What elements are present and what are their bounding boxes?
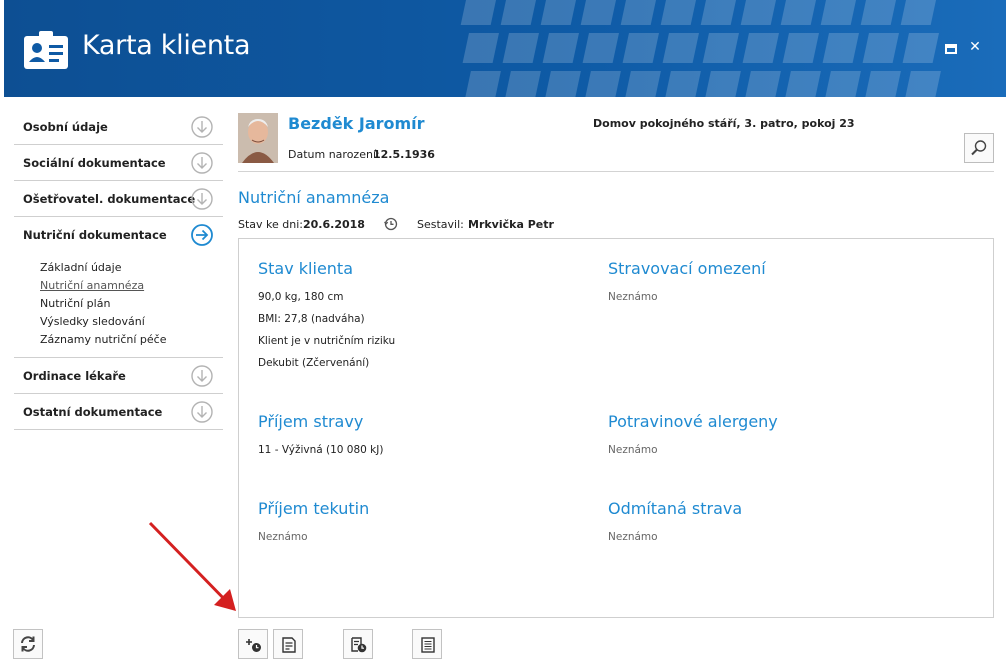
avatar — [238, 113, 278, 163]
expand-down-icon — [191, 365, 213, 387]
sidebar-item-label: Ordinace lékaře — [23, 368, 126, 383]
record-history-button[interactable] — [343, 629, 373, 659]
block-line: 90,0 kg, 180 cm — [258, 291, 344, 303]
sidebar-item-label: Ostatní dokumentace — [23, 404, 163, 419]
stav-label: Stav ke dni: — [238, 218, 304, 231]
block-value: Neznámo — [258, 531, 308, 543]
refresh-button[interactable] — [13, 629, 43, 659]
sestavil-label: Sestavil: — [417, 218, 464, 231]
expand-down-icon — [191, 152, 213, 174]
expand-down-icon — [191, 116, 213, 138]
client-photo — [238, 113, 278, 163]
close-icon: ✕ — [969, 39, 981, 55]
block-title: Stravovací omezení — [608, 259, 766, 278]
title-bar: Karta klienta ✕ — [4, 0, 1006, 97]
submenu-item-nutricni-anamneza[interactable]: Nutriční anamnéza — [40, 277, 223, 295]
block-title: Odmítaná strava — [608, 499, 743, 518]
client-name: Bezděk Jaromír — [288, 114, 425, 133]
arrow-right-circle-icon — [191, 224, 213, 246]
stav-klienta-block: Stav klienta 90,0 kg, 180 cm BMI: 27,8 (… — [258, 259, 395, 374]
add-timed-record-button[interactable] — [238, 629, 268, 659]
client-location: Domov pokojného stáří, 3. patro, pokoj 2… — [593, 117, 855, 130]
sidebar: Osobní údaje Sociální dokumentace Ošetřo… — [14, 109, 223, 430]
block-value: Neznámo — [608, 291, 658, 303]
annotation-arrow-icon — [148, 521, 236, 611]
document-button[interactable] — [412, 629, 442, 659]
block-title: Stav klienta — [258, 259, 354, 278]
record-history-icon — [351, 637, 367, 653]
submenu-item-zakladni-udaje[interactable]: Základní údaje — [40, 259, 223, 277]
block-line: Klient je v nutričním riziku — [258, 335, 396, 347]
potravinove-alergeny-block: Potravinové alergeny Neznámo — [608, 412, 778, 461]
sidebar-item-nutricni-dokumentace[interactable]: Nutriční dokumentace — [14, 217, 223, 253]
add-timed-record-icon — [246, 639, 261, 652]
search-button[interactable] — [964, 133, 994, 163]
block-title: Příjem stravy — [258, 412, 364, 431]
client-card-icon — [24, 31, 68, 69]
block-value: Neznámo — [608, 444, 658, 456]
header-pattern — [460, 0, 941, 97]
block-title: Příjem tekutin — [258, 499, 370, 518]
block-line: Dekubit (Zčervenání) — [258, 357, 370, 369]
history-icon[interactable] — [384, 217, 398, 231]
sidebar-item-osetrovatel-dokumentace[interactable]: Ošetřovatel. dokumentace — [14, 181, 223, 217]
stravovaci-omezeni-block: Stravovací omezení Neznámo — [608, 259, 766, 308]
maximize-icon — [945, 44, 957, 54]
block-value: 11 - Výživná (10 080 kJ) — [258, 444, 384, 456]
submenu-item-vysledky-sledovani[interactable]: Výsledky sledování — [40, 313, 223, 331]
prijem-tekutin-block: Příjem tekutin Neznámo — [258, 499, 369, 548]
block-line: BMI: 27,8 (nadváha) — [258, 313, 365, 325]
submenu-item-zaznamy-nutricni-pece[interactable]: Záznamy nutriční péče — [40, 331, 223, 349]
divider — [238, 171, 994, 172]
edit-record-button[interactable] — [273, 629, 303, 659]
prijem-stravy-block: Příjem stravy 11 - Výživná (10 080 kJ) — [258, 412, 383, 461]
anamneza-panel: Stav klienta 90,0 kg, 180 cm BMI: 27,8 (… — [238, 238, 994, 618]
maximize-button[interactable] — [945, 40, 959, 54]
submenu-item-nutricni-plan[interactable]: Nutriční plán — [40, 295, 223, 313]
sidebar-item-label: Sociální dokumentace — [23, 155, 166, 170]
sidebar-item-ordinace-lekare[interactable]: Ordinace lékaře — [14, 358, 223, 394]
block-value: Neznámo — [608, 531, 658, 543]
expand-down-icon — [191, 401, 213, 423]
sidebar-item-osobni-udaje[interactable]: Osobní údaje — [14, 109, 223, 145]
block-title: Potravinové alergeny — [608, 412, 778, 431]
sidebar-item-socialni-dokumentace[interactable]: Sociální dokumentace — [14, 145, 223, 181]
odmitana-strava-block: Odmítaná strava Neznámo — [608, 499, 742, 548]
search-icon — [971, 140, 987, 156]
sestavil-value: Mrkvička Petr — [468, 218, 554, 231]
sidebar-item-ostatni-dokumentace[interactable]: Ostatní dokumentace — [14, 394, 223, 430]
dob-value: 12.5.1936 — [373, 148, 435, 161]
stav-date: 20.6.2018 — [303, 218, 365, 231]
section-title: Nutriční anamnéza — [238, 188, 390, 207]
sidebar-item-label: Ošetřovatel. dokumentace — [23, 191, 196, 206]
window-title: Karta klienta — [82, 30, 251, 61]
close-button[interactable]: ✕ — [968, 40, 982, 54]
document-icon — [421, 637, 435, 653]
expand-down-icon — [191, 188, 213, 210]
nutricni-submenu: Základní údaje Nutriční anamnéza Nutričn… — [14, 253, 223, 358]
edit-record-icon — [282, 637, 296, 653]
dob-label: Datum narození: — [288, 148, 380, 161]
sidebar-item-label: Osobní údaje — [23, 119, 108, 134]
refresh-icon — [21, 636, 35, 652]
sidebar-item-label: Nutriční dokumentace — [23, 228, 167, 242]
